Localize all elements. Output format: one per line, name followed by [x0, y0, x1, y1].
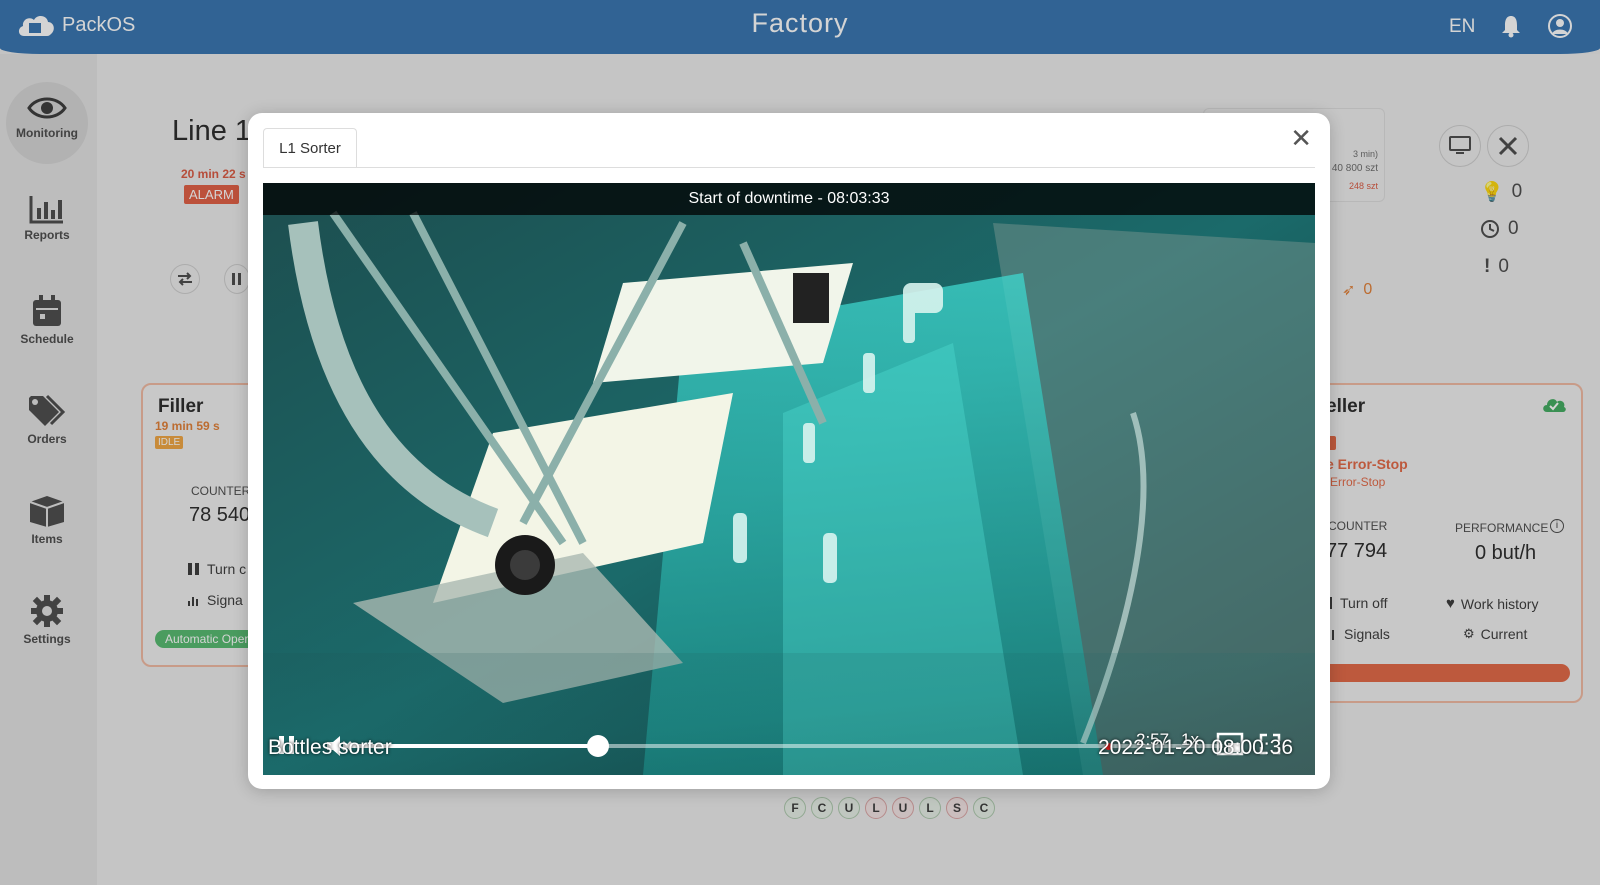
video-frame: [263, 183, 1315, 775]
camera-name: Bottles sorter: [268, 736, 392, 759]
tab-divider: [263, 167, 1315, 168]
camera-video[interactable]: Start of downtime - 08:03:33 2:57 1x Bot…: [263, 183, 1315, 775]
camera-timestamp: 2022-01-20 08:00:36: [1098, 736, 1293, 759]
progress-track[interactable]: [343, 744, 1223, 748]
camera-modal: L1 Sorter ✕ Start of downtime - 08:03:33…: [248, 113, 1330, 789]
tab-l1-sorter[interactable]: L1 Sorter: [263, 128, 357, 168]
close-icon[interactable]: ✕: [1290, 123, 1312, 154]
downtime-banner: Start of downtime - 08:03:33: [263, 183, 1315, 215]
